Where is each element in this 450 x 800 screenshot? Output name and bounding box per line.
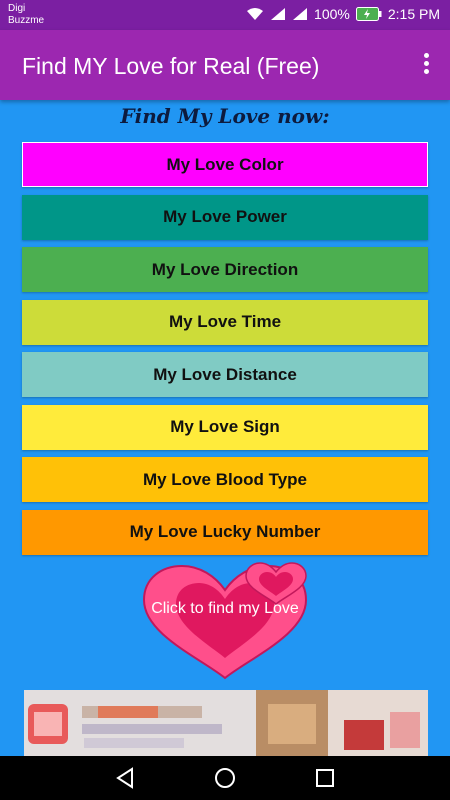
- ad-image-block: [34, 712, 62, 736]
- battery-percent: 100%: [314, 6, 350, 22]
- love-color-button[interactable]: My Love Color: [22, 142, 428, 187]
- status-bar: Digi Buzzme 100% 2:15 PM: [0, 0, 450, 30]
- menu-dot: [423, 69, 429, 74]
- back-triangle-icon[interactable]: [112, 765, 138, 791]
- love-menu-list: My Love Color My Love Power My Love Dire…: [22, 142, 428, 562]
- home-circle-icon[interactable]: [212, 765, 238, 791]
- heart-icon: [142, 562, 308, 680]
- love-power-button[interactable]: My Love Power: [22, 194, 428, 240]
- ad-text-block: [84, 738, 184, 748]
- clock: 2:15 PM: [387, 6, 440, 22]
- ad-image-block: [390, 712, 420, 748]
- love-distance-button[interactable]: My Love Distance: [22, 352, 428, 397]
- love-lucky-number-button[interactable]: My Love Lucky Number: [22, 509, 428, 555]
- carrier-label: Digi Buzzme: [8, 3, 44, 27]
- signal-icon-2: [292, 7, 308, 21]
- love-blood-type-button[interactable]: My Love Blood Type: [22, 457, 428, 502]
- page-subtitle: Find My Love now:: [120, 104, 330, 128]
- ad-image-block: [344, 720, 384, 750]
- ad-banner[interactable]: [24, 690, 428, 756]
- love-sign-button[interactable]: My Love Sign: [22, 404, 428, 450]
- carrier-name: Digi: [8, 3, 26, 14]
- love-time-button[interactable]: My Love Time: [22, 299, 428, 345]
- status-indicators: 100% 2:15 PM: [246, 6, 440, 22]
- love-direction-button[interactable]: My Love Direction: [22, 247, 428, 292]
- carrier-subname: Buzzme: [8, 15, 45, 26]
- wifi-icon: [246, 7, 264, 21]
- find-love-label: Click to find my Love: [151, 600, 299, 617]
- app-title: Find MY Love for Real (Free): [22, 53, 320, 79]
- find-love-heart-button[interactable]: Click to find my Love: [140, 560, 310, 680]
- overflow-menu-icon[interactable]: [416, 50, 436, 80]
- menu-dot: [423, 61, 429, 66]
- app-bar: Find MY Love for Real (Free): [0, 30, 450, 100]
- signal-icon: [270, 7, 286, 21]
- recents-square-icon[interactable]: [312, 765, 338, 791]
- ad-image-block: [268, 704, 316, 744]
- battery-icon: [355, 7, 382, 21]
- navigation-bar: [0, 756, 450, 800]
- menu-dot: [423, 53, 429, 58]
- ad-text-block: [82, 724, 222, 734]
- ad-text-block: [98, 706, 158, 718]
